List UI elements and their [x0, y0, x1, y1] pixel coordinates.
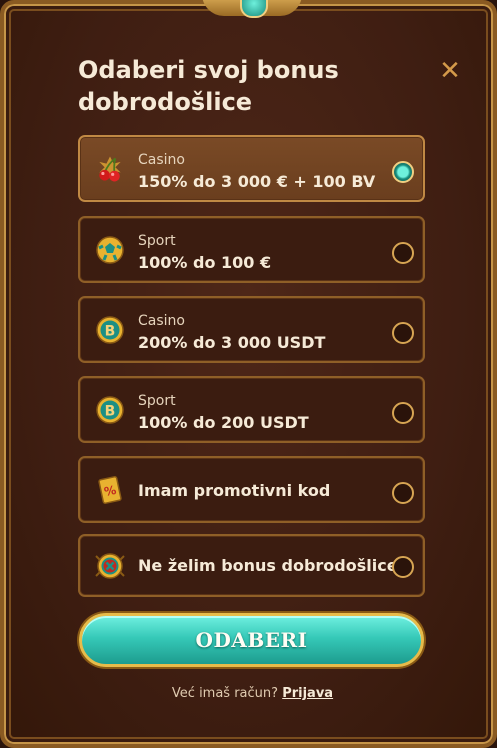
- bitcoin-icon: B: [94, 394, 126, 426]
- no-bonus-icon: [94, 550, 126, 582]
- option-category: Sport: [138, 233, 176, 249]
- svg-text:B: B: [105, 404, 116, 420]
- sport-ball-icon: [94, 234, 126, 266]
- login-link[interactable]: Prijava: [282, 686, 333, 701]
- bitcoin-icon: B: [94, 314, 126, 346]
- close-icon[interactable]: ✕: [438, 58, 462, 84]
- radio-unselected[interactable]: [392, 242, 414, 264]
- bonus-option-sport-usdt[interactable]: B Sport 100% do 200 USDT: [78, 376, 425, 443]
- bonus-option-no-bonus[interactable]: Ne želim bonus dobrodošlice: [78, 534, 425, 597]
- dialog-title: Odaberi svoj bonus dobrodošlice: [78, 56, 339, 116]
- login-question: Već imaš račun?: [171, 686, 279, 701]
- radio-unselected[interactable]: [392, 322, 414, 344]
- radio-unselected[interactable]: [392, 482, 414, 504]
- option-label: Ne želim bonus dobrodošlice: [138, 556, 398, 575]
- svg-text:B: B: [105, 324, 116, 340]
- bonus-option-casino-usdt[interactable]: B Casino 200% do 3 000 USDT: [78, 296, 425, 363]
- radio-selected[interactable]: [392, 161, 414, 183]
- bonus-option-casino-eur[interactable]: Casino 150% do 3 000 € + 100 BV: [78, 135, 425, 202]
- option-label: 200% do 3 000 USDT: [138, 333, 326, 352]
- bonus-option-sport-eur[interactable]: Sport 100% do 100 €: [78, 216, 425, 283]
- option-label: 100% do 100 €: [138, 253, 272, 272]
- cherries-icon: [94, 153, 126, 185]
- radio-unselected[interactable]: [392, 556, 414, 578]
- option-category: Casino: [138, 313, 185, 329]
- option-category: Sport: [138, 393, 176, 409]
- select-button[interactable]: ODABERI: [79, 613, 424, 667]
- radio-unselected[interactable]: [392, 402, 414, 424]
- bonus-dialog: Odaberi svoj bonus dobrodošlice ✕ Casino…: [0, 0, 497, 748]
- footer: Već imaš račun? Prijava: [4, 686, 497, 701]
- option-label: 150% do 3 000 € + 100 BV: [138, 172, 376, 191]
- bonus-option-promo-code[interactable]: % Imam promotivni kod: [78, 456, 425, 523]
- option-category: Casino: [138, 152, 185, 168]
- option-label: Imam promotivni kod: [138, 481, 331, 500]
- promo-code-icon: %: [94, 474, 126, 506]
- option-label: 100% do 200 USDT: [138, 413, 309, 432]
